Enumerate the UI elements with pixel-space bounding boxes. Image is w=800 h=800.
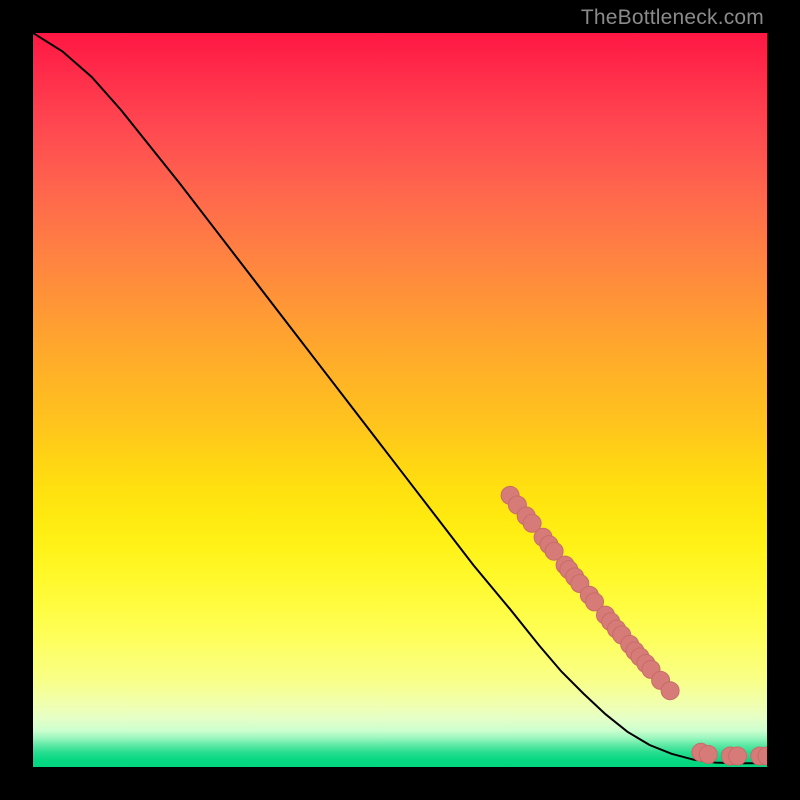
watermark-text: TheBottleneck.com bbox=[581, 6, 764, 30]
data-dot bbox=[699, 746, 717, 764]
chart-stage: TheBottleneck.com bbox=[0, 0, 800, 800]
chart-svg bbox=[33, 33, 767, 767]
plot-area bbox=[33, 33, 767, 767]
bottleneck-curve bbox=[33, 33, 767, 763]
data-dot bbox=[661, 682, 679, 700]
data-dot bbox=[729, 747, 747, 765]
data-dots bbox=[501, 486, 767, 765]
